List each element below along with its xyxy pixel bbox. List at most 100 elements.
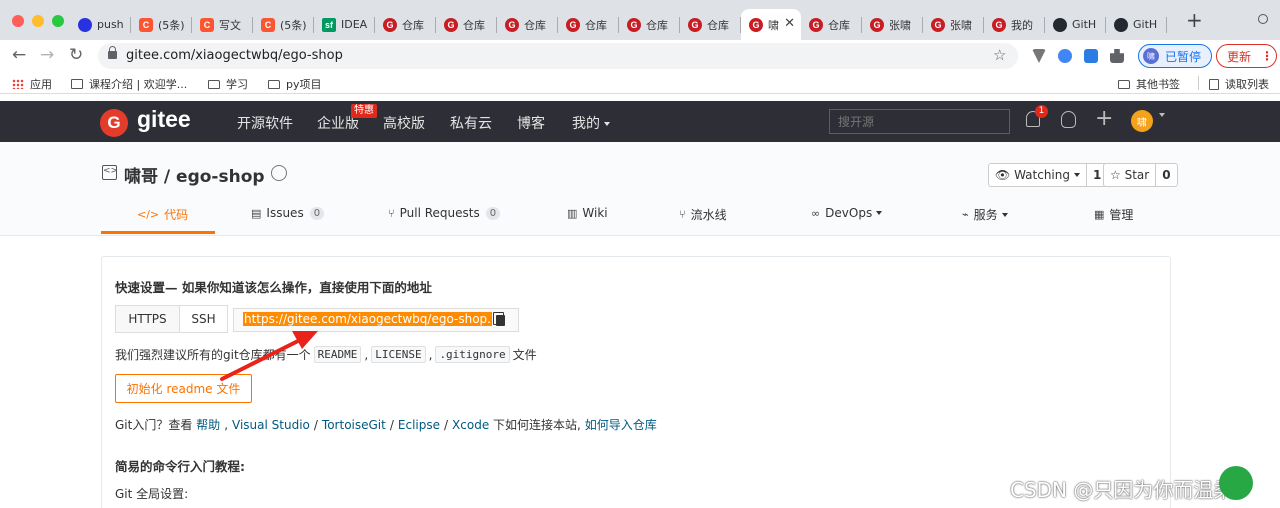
init-readme-button[interactable]: 初始化 readme 文件 bbox=[115, 374, 252, 403]
nav-mine[interactable]: 我的 bbox=[572, 113, 610, 133]
repo-code-icon: <> bbox=[102, 165, 118, 180]
ssh-toggle[interactable]: SSH bbox=[179, 305, 228, 333]
issues-count: 0 bbox=[309, 206, 325, 220]
browser-tab[interactable]: C (5条) bbox=[253, 9, 314, 40]
browser-tab[interactable]: G 张啸 bbox=[923, 9, 984, 40]
tab-pull-requests[interactable]: ⑂ Pull Requests 0 bbox=[388, 206, 501, 220]
gitee-favicon-icon: G bbox=[809, 17, 823, 32]
browser-tab[interactable]: G 仓库 bbox=[497, 9, 558, 40]
xcode-link[interactable]: Xcode bbox=[452, 418, 489, 432]
nav-blog[interactable]: 博客 bbox=[517, 113, 545, 133]
window-maximize-button[interactable] bbox=[52, 15, 64, 27]
quick-setup-panel: 快速设置— 如果你知道该怎么操作，直接使用下面的地址 HTTPS SSH htt… bbox=[101, 256, 1171, 508]
browser-tab[interactable]: GitH bbox=[1106, 9, 1167, 40]
bookmark-folder-study[interactable]: 学习 bbox=[208, 76, 248, 92]
infinity-icon: ∞ bbox=[811, 206, 821, 220]
tab-code[interactable]: </> 代码 bbox=[137, 206, 188, 223]
browser-tab[interactable]: G 仓库 bbox=[558, 9, 619, 40]
extension-vue-icon[interactable] bbox=[1032, 49, 1046, 63]
gitee-favicon-icon: G bbox=[444, 17, 458, 32]
browser-tab[interactable]: G 仓库 bbox=[680, 9, 741, 40]
gitee-search-input[interactable] bbox=[829, 109, 1010, 134]
browser-tab[interactable]: G 仓库 bbox=[619, 9, 680, 40]
pipeline-icon: ⑂ bbox=[679, 208, 686, 221]
user-avatar[interactable]: 啸 bbox=[1131, 110, 1153, 132]
extensions-puzzle-icon[interactable] bbox=[1110, 49, 1124, 63]
window-minimize-button[interactable] bbox=[32, 15, 44, 27]
floating-action-button[interactable] bbox=[1219, 466, 1253, 500]
tortoisegit-link[interactable]: TortoiseGit bbox=[322, 418, 386, 432]
user-menu-chevron-icon[interactable] bbox=[1159, 113, 1165, 117]
bookmark-folder-other[interactable]: 其他书签 bbox=[1118, 76, 1180, 92]
browser-tab[interactable]: push bbox=[70, 9, 131, 40]
clone-url[interactable]: https://gitee.com/xiaogectwbq/ego-shop. bbox=[243, 312, 492, 326]
copy-icon[interactable] bbox=[493, 312, 505, 326]
bookmark-star-icon[interactable]: ☆ bbox=[993, 46, 1006, 64]
forward-arrow-icon[interactable]: → bbox=[40, 45, 54, 65]
browser-tab-label: GitH bbox=[1133, 18, 1158, 31]
eclipse-link[interactable]: Eclipse bbox=[398, 418, 440, 432]
browser-tab[interactable]: C 写文 bbox=[192, 9, 253, 40]
new-tab-button[interactable]: + bbox=[1186, 10, 1203, 30]
browser-tab[interactable]: G 张啸 bbox=[862, 9, 923, 40]
extension-grid-icon[interactable] bbox=[1084, 49, 1098, 63]
tab-manage[interactable]: ▦ 管理 bbox=[1094, 206, 1133, 223]
browser-tab-active[interactable]: G 啸 ✕ bbox=[741, 9, 801, 40]
tab-pipeline[interactable]: ⑂ 流水线 bbox=[679, 206, 727, 223]
extension-chrome-icon[interactable] bbox=[1058, 49, 1072, 63]
repo-badge-icon[interactable] bbox=[271, 165, 287, 181]
clone-url-box[interactable]: https://gitee.com/xiaogectwbq/ego-shop. bbox=[233, 308, 519, 332]
profile-label: 已暂停 bbox=[1165, 49, 1202, 64]
create-plus-icon[interactable]: + bbox=[1095, 107, 1113, 131]
import-repo-link[interactable]: 如何导入仓库 bbox=[585, 416, 657, 433]
repo-title[interactable]: 啸哥 / ego-shop bbox=[124, 162, 265, 187]
tab-issues[interactable]: ▤ Issues 0 bbox=[251, 206, 325, 220]
browser-tab[interactable]: GitH bbox=[1045, 9, 1106, 40]
browser-tab[interactable]: G 仓库 bbox=[801, 9, 862, 40]
tab-devops[interactable]: ∞ DevOps bbox=[811, 206, 883, 220]
address-url[interactable]: gitee.com/xiaogectwbq/ego-shop bbox=[126, 48, 343, 63]
update-button[interactable]: 更新 ⋮ bbox=[1216, 44, 1277, 68]
profile-button[interactable]: 啸 已暂停 bbox=[1138, 44, 1212, 68]
pull-request-icon: ⑂ bbox=[388, 206, 395, 220]
nav-education[interactable]: 高校版 bbox=[383, 113, 425, 133]
nav-open-source[interactable]: 开源软件 bbox=[237, 113, 293, 133]
bookmark-folder-py[interactable]: py项目 bbox=[268, 76, 322, 92]
star-button[interactable]: ☆ Star bbox=[1104, 164, 1155, 186]
browser-tab-label: 张啸 bbox=[889, 18, 911, 32]
browser-tab[interactable]: G 仓库 bbox=[375, 9, 436, 40]
visual-studio-link[interactable]: Visual Studio bbox=[232, 418, 310, 432]
star-count[interactable]: 0 bbox=[1155, 164, 1176, 186]
browser-tab[interactable]: G 仓库 bbox=[436, 9, 497, 40]
watch-button[interactable]: 👁 Watching bbox=[989, 164, 1086, 186]
nav-private-cloud[interactable]: 私有云 bbox=[450, 113, 492, 133]
recommend-prefix: 我们强烈建议所有的git仓库都有一个 bbox=[115, 348, 311, 362]
address-bar[interactable]: gitee.com/xiaogectwbq/ego-shop ☆ bbox=[98, 43, 1018, 69]
bookmark-label: 应用 bbox=[30, 78, 52, 91]
https-toggle[interactable]: HTTPS bbox=[115, 305, 180, 333]
window-close-button[interactable] bbox=[12, 15, 24, 27]
tab-label: Pull Requests bbox=[399, 206, 480, 220]
browser-tab[interactable]: C (5条) bbox=[131, 9, 192, 40]
gitee-brand[interactable]: gitee bbox=[137, 106, 191, 133]
bookmark-apps[interactable]: 应用 bbox=[12, 76, 52, 92]
cmd-tutorial-heading: 简易的命令行入门教程: bbox=[115, 459, 245, 474]
lightbulb-icon[interactable] bbox=[1061, 111, 1076, 128]
bookmark-course[interactable]: 课程介绍 | 欢迎学... bbox=[71, 76, 187, 92]
csdn-favicon-icon: C bbox=[139, 17, 153, 32]
watch-label: Watching bbox=[1014, 168, 1070, 182]
reload-icon[interactable]: ↻ bbox=[69, 45, 83, 65]
bookmark-label: 学习 bbox=[226, 78, 248, 91]
back-arrow-icon[interactable]: ← bbox=[12, 45, 26, 65]
tab-search-icon[interactable] bbox=[1258, 14, 1268, 24]
help-link[interactable]: 帮助 bbox=[196, 416, 220, 433]
gitee-header: G gitee 开源软件 企业版 高校版 私有云 博客 我的 + 啸 bbox=[0, 101, 1280, 142]
tab-wiki[interactable]: ▥ Wiki bbox=[567, 206, 608, 220]
reading-list[interactable]: 读取列表 bbox=[1209, 76, 1269, 92]
browser-tab[interactable]: G 我的 bbox=[984, 9, 1045, 40]
tab-close-icon[interactable]: ✕ bbox=[784, 16, 795, 31]
tab-service[interactable]: ⌁ 服务 bbox=[962, 206, 1008, 223]
csdn-favicon-icon: C bbox=[200, 17, 214, 32]
browser-tab[interactable]: sf IDEA bbox=[314, 9, 375, 40]
gitee-logo-icon[interactable]: G bbox=[100, 109, 128, 137]
